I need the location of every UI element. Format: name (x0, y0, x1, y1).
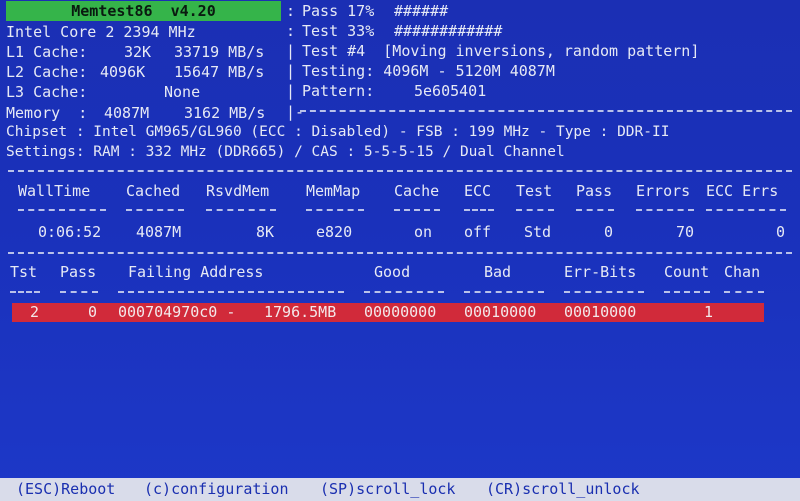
memory-speed: 3162 MB/s (184, 104, 266, 122)
error-header-pass: Pass (60, 263, 97, 281)
section-divider (300, 110, 792, 112)
header-underline (364, 291, 444, 293)
footer-bar: (ESC)Reboot (c)configuration (SP)scroll_… (0, 478, 800, 501)
chipset-info: Chipset : Intel GM965/GL960 (ECC : Disab… (6, 124, 670, 140)
test-number: Test #4 [Moving inversions, random patte… (302, 42, 700, 60)
stats-header-test: Test (516, 182, 553, 200)
error-header-tst: Tst (10, 263, 38, 281)
separator-vertical: | (286, 82, 296, 100)
memtest-screen: Memtest86 v4.20 Intel Core 2 2394 MHz L1… (0, 0, 800, 501)
header-underline (636, 209, 694, 211)
header-underline (118, 291, 344, 293)
header-underline (706, 209, 786, 211)
error-count: 1 (704, 303, 714, 321)
stats-cache-value: on (414, 223, 433, 241)
l2-cache-size: 4096K (100, 63, 146, 81)
pattern-label: Pattern: (302, 82, 375, 100)
header-underline (306, 209, 364, 211)
stats-header-pass: Pass (576, 182, 613, 200)
stats-memmap-value: e820 (316, 223, 353, 241)
stats-cached-value: 4087M (136, 223, 182, 241)
stats-ecc-value: off (464, 223, 492, 241)
test-progress-bar: ############ (394, 22, 503, 40)
error-pass: 0 (88, 303, 98, 321)
testing-range: Testing: 4096M - 5120M 4087M (302, 62, 555, 80)
section-divider (8, 170, 792, 172)
stats-ecc-errs-value: 0 (776, 223, 786, 241)
header-underline (516, 209, 554, 211)
app-title: Memtest86 v4.20 (6, 1, 281, 21)
header-underline (464, 209, 494, 211)
header-underline (724, 291, 764, 293)
stats-header-errors: Errors (636, 182, 691, 200)
stats-header-ecc-errs: ECC Errs (706, 182, 779, 200)
pass-progress-bar: ###### (394, 2, 449, 20)
stats-walltime-value: 0:06:52 (38, 223, 102, 241)
configuration-key[interactable]: (c)configuration (144, 480, 289, 499)
error-header-bad: Bad (484, 263, 512, 281)
section-divider (8, 252, 792, 254)
separator-vertical: | (286, 42, 296, 60)
settings-info: Settings: RAM : 332 MHz (DDR665) / CAS :… (6, 144, 565, 160)
pass-progress-label: Pass 17% (302, 2, 375, 20)
error-header-err-bits: Err-Bits (564, 263, 637, 281)
error-good: 00000000 (364, 303, 437, 321)
stats-test-value: Std (524, 223, 552, 241)
header-underline (10, 291, 40, 293)
l3-cache-label: L3 Cache: (6, 83, 88, 101)
header-underline (464, 291, 544, 293)
error-tst: 2 (30, 303, 40, 321)
l2-cache-label: L2 Cache: (6, 63, 88, 81)
reboot-key[interactable]: (ESC)Reboot (16, 480, 115, 499)
separator-vertical: : (286, 22, 296, 40)
header-underline (18, 209, 106, 211)
stats-header-cache: Cache (394, 182, 440, 200)
stats-header-walltime: WallTime (18, 182, 91, 200)
error-failing-address-mb: 1796.5MB (264, 303, 337, 321)
stats-header-rsvdmem: RsvdMem (206, 182, 270, 200)
scroll-unlock-key[interactable]: (CR)scroll_unlock (486, 480, 640, 499)
scroll-lock-key[interactable]: (SP)scroll_lock (320, 480, 455, 499)
error-failing-address: 000704970c0 - (118, 303, 236, 321)
header-underline (664, 291, 710, 293)
l2-cache-speed: 15647 MB/s (174, 63, 265, 81)
l1-cache-label: L1 Cache: (6, 43, 88, 61)
stats-header-ecc: ECC (464, 182, 492, 200)
error-header-chan: Chan (724, 263, 761, 281)
stats-pass-value: 0 (604, 223, 614, 241)
stats-header-memmap: MemMap (306, 182, 361, 200)
header-underline (60, 291, 98, 293)
error-header-count: Count (664, 263, 710, 281)
l3-cache-size: None (164, 83, 201, 101)
header-underline (126, 209, 184, 211)
separator-vertical: : (286, 2, 296, 20)
error-bad: 00010000 (464, 303, 537, 321)
pattern-value: 5e605401 (414, 82, 487, 100)
stats-rsvdmem-value: 8K (256, 223, 275, 241)
cpu-info: Intel Core 2 2394 MHz (6, 23, 196, 41)
stats-header-cached: Cached (126, 182, 181, 200)
l1-cache-size: 32K (124, 43, 152, 61)
header-underline (576, 209, 614, 211)
error-header-failing-address: Failing Address (128, 263, 264, 281)
error-header-good: Good (374, 263, 411, 281)
separator-vertical: |- (286, 103, 305, 121)
l1-cache-speed: 33719 MB/s (174, 43, 265, 61)
error-err-bits: 00010000 (564, 303, 637, 321)
stats-errors-value: 70 (676, 223, 695, 241)
memory-size: 4087M (104, 104, 150, 122)
header-underline (206, 209, 276, 211)
header-underline (394, 209, 440, 211)
header-underline (564, 291, 644, 293)
error-row: 2 0 000704970c0 - 1796.5MB 00000000 0001… (12, 303, 764, 322)
memory-label: Memory : (6, 104, 88, 122)
test-progress-label: Test 33% (302, 22, 375, 40)
separator-vertical: | (286, 62, 296, 80)
